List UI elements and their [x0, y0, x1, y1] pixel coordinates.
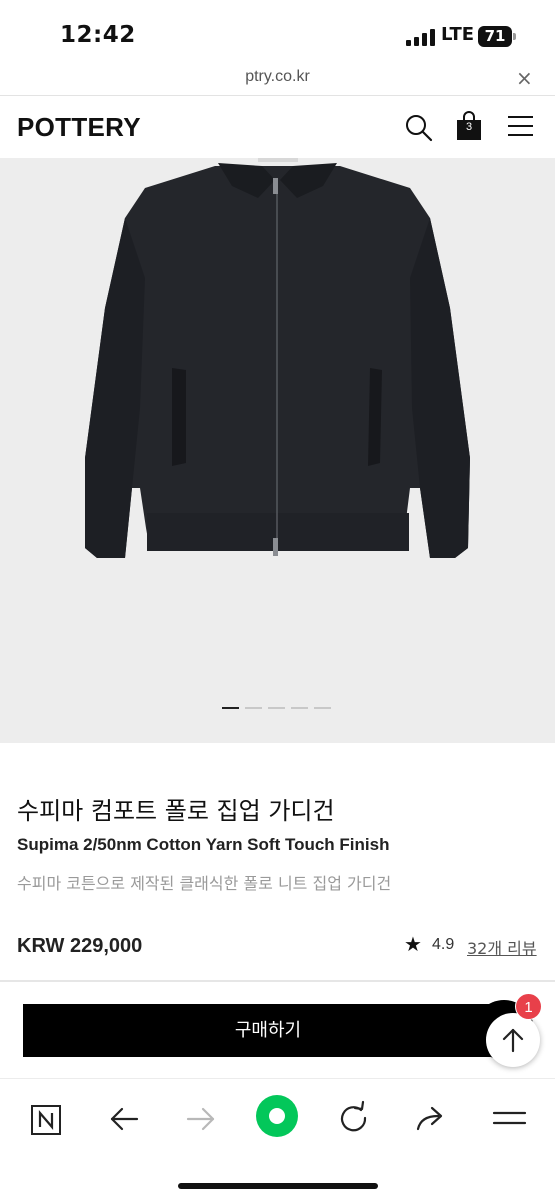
search-icon[interactable]: [404, 113, 434, 143]
buy-button[interactable]: 구매하기: [23, 1004, 513, 1057]
menu-icon[interactable]: [490, 1099, 530, 1139]
site-logo[interactable]: POTTERY: [17, 112, 141, 143]
scroll-to-top-button[interactable]: [486, 1013, 540, 1067]
cart-count-badge: 3: [465, 121, 473, 133]
hamburger-menu-icon[interactable]: [508, 114, 534, 138]
browser-toolbar: [0, 1078, 555, 1200]
product-price: KRW 229,000: [17, 935, 143, 957]
product-image[interactable]: [0, 158, 555, 743]
review-link[interactable]: 32개 리뷰: [467, 935, 537, 959]
carousel-dot[interactable]: [268, 707, 285, 709]
arrow-up-icon: [502, 1028, 524, 1053]
green-dot-icon[interactable]: [255, 1094, 299, 1138]
battery-level: 71: [478, 26, 512, 47]
cardigan-image: [85, 158, 470, 558]
cellular-signal-icon: [406, 29, 436, 46]
site-header: POTTERY 3: [0, 95, 555, 158]
battery-icon: 71: [478, 26, 516, 47]
product-title: 수피마 컴포트 폴로 집업 가디건: [17, 797, 335, 825]
status-bar: 12:42 LTE 71: [0, 0, 555, 66]
rating-value: 4.9: [432, 936, 455, 953]
forward-arrow-icon[interactable]: [181, 1099, 221, 1139]
shopping-bag-icon[interactable]: 3: [455, 111, 483, 141]
carousel-dot[interactable]: [245, 707, 262, 709]
carousel-dot[interactable]: [291, 707, 308, 709]
carousel-dot[interactable]: [314, 707, 331, 709]
url-text[interactable]: ptry.co.kr: [0, 68, 555, 86]
home-indicator: [178, 1183, 378, 1189]
carousel-dot[interactable]: [222, 707, 239, 709]
product-description: 수피마 코튼으로 제작된 클래식한 폴로 니트 집업 가디건: [17, 874, 392, 893]
browser-url-bar[interactable]: ptry.co.kr ×: [0, 66, 555, 94]
reload-icon[interactable]: [334, 1099, 374, 1139]
status-time: 12:42: [60, 22, 136, 48]
close-icon[interactable]: ×: [516, 66, 533, 90]
back-arrow-icon[interactable]: [104, 1099, 144, 1139]
divider: [0, 980, 555, 982]
share-icon[interactable]: [411, 1099, 451, 1139]
star-icon: ★: [404, 932, 422, 956]
notification-badge: 1: [515, 993, 542, 1020]
network-type: LTE: [441, 24, 475, 45]
naver-home-icon[interactable]: [26, 1099, 66, 1139]
product-subtitle: Supima 2/50nm Cotton Yarn Soft Touch Fin…: [17, 835, 390, 854]
